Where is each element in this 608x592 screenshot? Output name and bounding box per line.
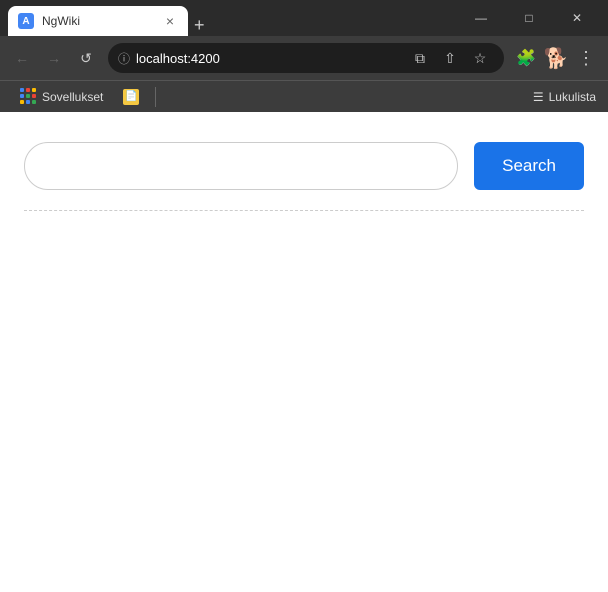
title-bar: A NgWiki × + — □ ✕ (0, 0, 608, 36)
back-button[interactable]: ← (8, 44, 36, 72)
apps-grid-icon (20, 88, 37, 105)
reading-list-icon: ☰ (533, 90, 544, 104)
sovellukset-bookmark[interactable]: Sovellukset (12, 85, 111, 108)
window-controls: — □ ✕ (458, 2, 600, 34)
search-input[interactable] (43, 158, 439, 175)
search-button[interactable]: Search (474, 142, 584, 190)
extensions-button[interactable]: 🧩 (512, 44, 540, 72)
close-button[interactable]: ✕ (554, 2, 600, 34)
reload-button[interactable]: ↺ (72, 44, 100, 72)
page-content: Search (0, 112, 608, 592)
content-divider (24, 210, 584, 211)
note-icon: 📄 (123, 89, 139, 105)
dog-extension-icon[interactable]: 🐕 (542, 44, 570, 72)
tab-title: NgWiki (42, 14, 154, 28)
share-button[interactable]: ⇧ (436, 44, 464, 72)
browser-menu-button[interactable]: ⋮ (572, 44, 600, 72)
url-display: localhost:4200 (136, 51, 400, 66)
note-bookmark[interactable]: 📄 (115, 86, 147, 108)
bookmarks-bar: Sovellukset 📄 ☰ Lukulista (0, 80, 608, 112)
address-bar: ← → ↺ ⓘ localhost:4200 ⧉ ⇧ ☆ 🧩 🐕 ⋮ (0, 36, 608, 80)
address-actions: ⧉ ⇧ ☆ (406, 44, 494, 72)
maximize-button[interactable]: □ (506, 2, 552, 34)
tab-favicon: A (18, 13, 34, 29)
secure-icon: ⓘ (118, 50, 130, 67)
active-tab[interactable]: A NgWiki × (8, 6, 188, 36)
tab-close-button[interactable]: × (162, 13, 178, 29)
open-external-button[interactable]: ⧉ (406, 44, 434, 72)
search-input-wrap[interactable] (24, 142, 458, 190)
sovellukset-label: Sovellukset (42, 90, 103, 104)
tab-area: A NgWiki × + (8, 0, 450, 36)
extensions-area: 🧩 🐕 ⋮ (512, 44, 600, 72)
bookmark-separator (155, 87, 156, 107)
forward-button[interactable]: → (40, 44, 68, 72)
reading-list-label: Lukulista (549, 90, 596, 104)
minimize-button[interactable]: — (458, 2, 504, 34)
search-row: Search (24, 142, 584, 190)
address-input-wrap[interactable]: ⓘ localhost:4200 ⧉ ⇧ ☆ (108, 43, 504, 73)
reading-list-button[interactable]: ☰ Lukulista (533, 90, 596, 104)
new-tab-button[interactable]: + (188, 15, 211, 36)
bookmark-button[interactable]: ☆ (466, 44, 494, 72)
